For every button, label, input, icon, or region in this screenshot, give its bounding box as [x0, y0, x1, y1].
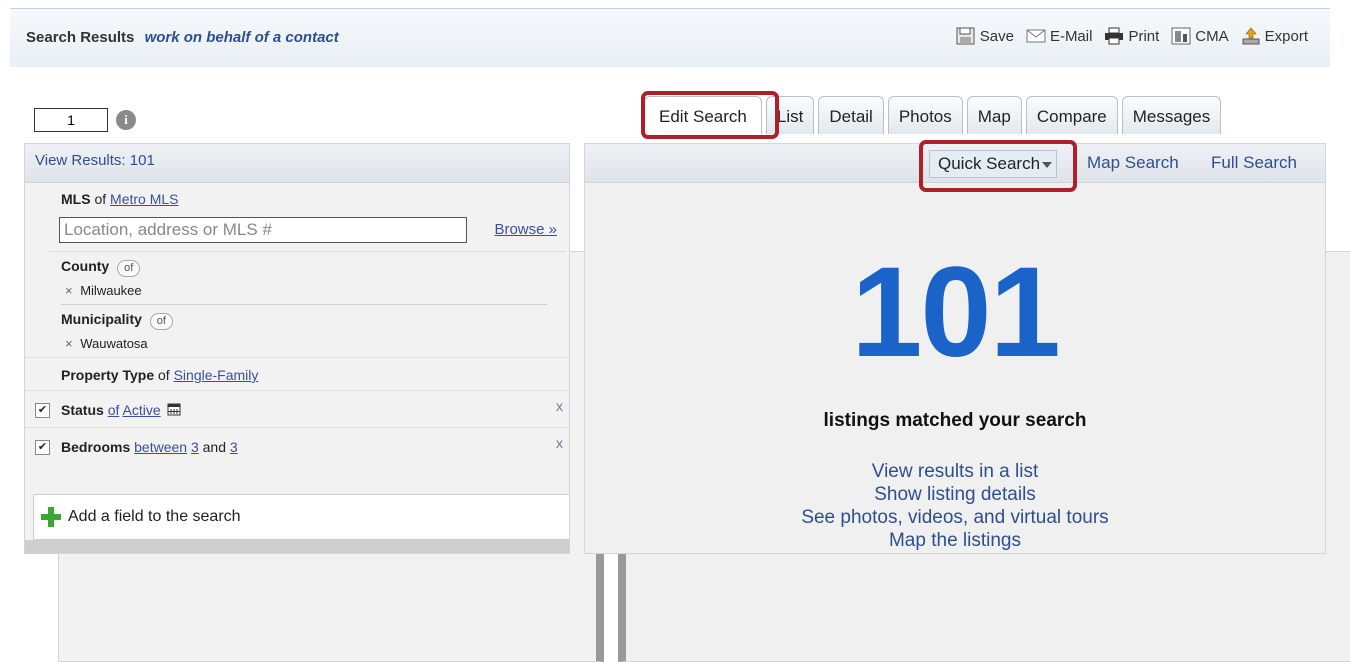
export-button[interactable]: Export — [1241, 27, 1308, 45]
status-row: ✔ Status of Active x — [25, 390, 569, 427]
cma-button[interactable]: CMA — [1171, 27, 1229, 45]
browse-link[interactable]: Browse » — [494, 221, 557, 238]
municipality-label: Municipality — [61, 311, 142, 327]
view-list-link[interactable]: View results in a list — [585, 460, 1325, 483]
property-type-link[interactable]: Single-Family — [174, 367, 259, 383]
status-checkbox[interactable]: ✔ — [35, 403, 50, 418]
mls-value-link[interactable]: Metro MLS — [110, 191, 178, 207]
cma-icon — [1171, 27, 1191, 45]
remove-county-icon[interactable]: × — [65, 283, 73, 298]
save-icon — [956, 27, 975, 45]
add-field-label: Add a field to the search — [68, 508, 241, 525]
view-results-link[interactable]: View Results: 101 — [25, 144, 569, 183]
status-of-link[interactable]: of — [108, 402, 120, 418]
show-details-link[interactable]: Show listing details — [585, 483, 1325, 506]
tab-edit-search[interactable]: Edit Search — [644, 96, 762, 134]
bedrooms-row: ✔ Bedrooms between 3 and 3 x — [25, 427, 569, 464]
quick-search-label: Quick Search — [938, 154, 1041, 173]
save-button[interactable]: Save — [956, 27, 1014, 45]
tab-detail[interactable]: Detail — [818, 96, 884, 134]
calendar-icon[interactable] — [167, 402, 181, 416]
result-count: 101 — [851, 241, 1061, 384]
page-title-text: Search Results — [26, 29, 135, 46]
location-search-input[interactable] — [59, 217, 467, 243]
county-criterion: County of × Milwaukee — [49, 252, 565, 304]
search-mode-bar: Quick Search Map Search Full Search — [585, 144, 1325, 183]
bedrooms-and-text: and — [202, 439, 226, 455]
bedrooms-max-link[interactable]: 3 — [230, 439, 238, 455]
contact-context-link[interactable]: work on behalf of a contact — [145, 29, 339, 46]
export-icon — [1242, 27, 1260, 45]
matched-text: listings matched your search — [823, 410, 1087, 431]
municipality-value-text: Wauwatosa — [80, 336, 148, 351]
save-label: Save — [979, 27, 1014, 45]
panel-footer — [25, 540, 569, 553]
map-search-link[interactable]: Map Search — [1087, 153, 1179, 173]
remove-status-button[interactable]: x — [556, 387, 563, 425]
tab-photos[interactable]: Photos — [887, 96, 963, 134]
view-tabs: Edit Search List Detail Photos Map Compa… — [644, 96, 1222, 134]
info-icon[interactable]: i — [116, 110, 136, 130]
property-type-of: of — [158, 367, 170, 383]
export-label: Export — [1264, 27, 1308, 45]
tab-compare[interactable]: Compare — [1025, 96, 1118, 134]
result-actions: View results in a list Show listing deta… — [585, 460, 1325, 552]
email-icon — [1026, 29, 1046, 43]
tab-list[interactable]: List — [765, 96, 815, 134]
property-type-label: Property Type — [61, 367, 155, 383]
search-summary-panel: Quick Search Map Search Full Search 101 … — [584, 143, 1326, 554]
property-type-row: Property Type of Single-Family — [25, 357, 569, 390]
municipality-criterion: Municipality of × Wauwatosa — [49, 305, 565, 357]
tab-map[interactable]: Map — [966, 96, 1022, 134]
municipality-value: × Wauwatosa — [61, 336, 565, 351]
tab-messages[interactable]: Messages — [1121, 96, 1222, 134]
plus-icon — [40, 506, 62, 528]
page-title: Search Results work on behalf of a conta… — [26, 29, 339, 46]
remove-municipality-icon[interactable]: × — [65, 336, 73, 351]
print-button[interactable]: Print — [1104, 27, 1159, 45]
mls-row: MLS of Metro MLS — [25, 183, 569, 215]
map-listings-link[interactable]: Map the listings — [585, 529, 1325, 552]
search-criteria-panel: View Results: 101 MLS of Metro MLS Brows… — [24, 143, 570, 554]
bedrooms-between-link[interactable]: between — [134, 439, 187, 455]
municipality-of-toggle[interactable]: of — [149, 313, 173, 330]
mls-label: MLS — [61, 191, 91, 207]
chevron-down-icon — [1042, 161, 1053, 168]
pagination: i — [34, 108, 1350, 662]
mls-of-text: of — [94, 191, 107, 207]
county-value-text: Milwaukee — [80, 283, 142, 298]
status-value-link[interactable]: Active — [123, 402, 161, 418]
location-search-row: Browse » — [25, 215, 569, 251]
email-button[interactable]: E-Mail — [1026, 27, 1093, 45]
print-icon — [1105, 27, 1124, 45]
page-number-input[interactable] — [34, 108, 108, 132]
cma-label: CMA — [1195, 27, 1229, 45]
location-criteria: County of × Milwaukee Municipality of × … — [49, 251, 565, 357]
county-label: County — [61, 258, 110, 274]
results-header: Search Results work on behalf of a conta… — [10, 8, 1330, 67]
county-value: × Milwaukee — [61, 283, 565, 298]
bedrooms-checkbox[interactable]: ✔ — [35, 440, 50, 455]
see-photos-link[interactable]: See photos, videos, and virtual tours — [585, 506, 1325, 529]
bedrooms-label: Bedrooms — [61, 439, 131, 455]
toolbar: Save E-Mail Print CMA Export — [956, 27, 1308, 45]
full-search-link[interactable]: Full Search — [1211, 153, 1297, 173]
county-of-toggle[interactable]: of — [117, 260, 141, 277]
bedrooms-min-link[interactable]: 3 — [191, 439, 199, 455]
quick-search-dropdown[interactable]: Quick Search — [929, 150, 1058, 178]
remove-bedrooms-button[interactable]: x — [556, 424, 563, 462]
print-label: Print — [1128, 27, 1160, 45]
email-label: E-Mail — [1049, 27, 1093, 45]
add-field-button[interactable]: Add a field to the search — [33, 494, 569, 540]
status-label: Status — [61, 402, 104, 418]
